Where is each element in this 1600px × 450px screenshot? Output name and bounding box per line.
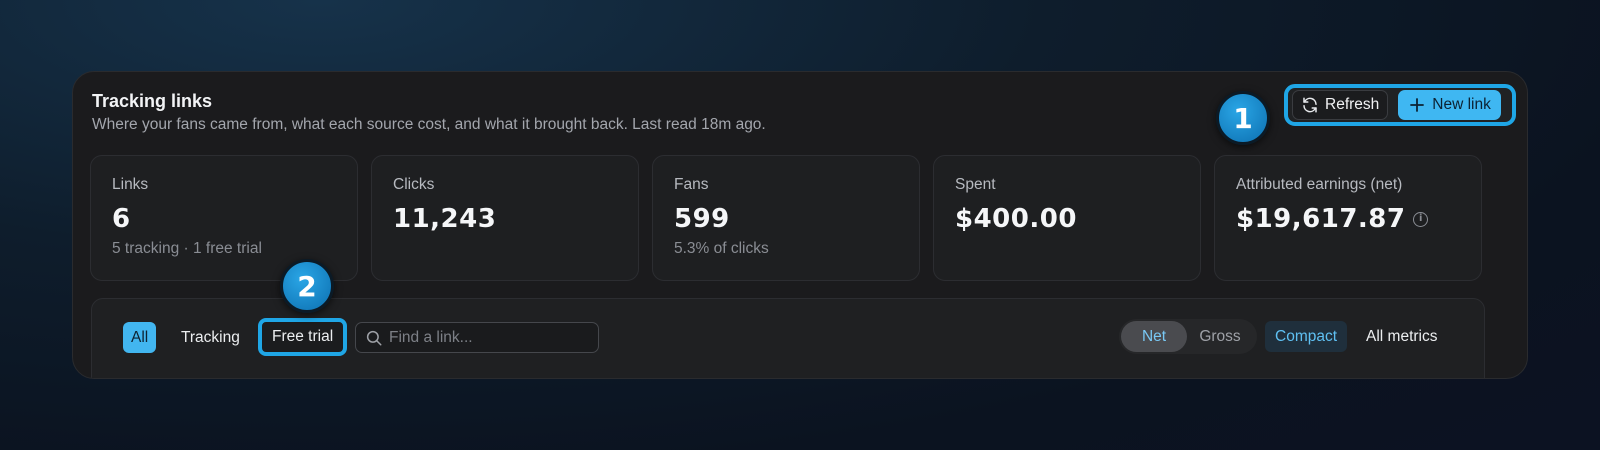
plus-icon <box>1410 98 1425 112</box>
stat-value: 599 <box>674 204 730 234</box>
new-link-label: New link <box>1432 96 1491 113</box>
tab-free-trial[interactable]: Free trial <box>258 318 348 356</box>
refresh-button[interactable]: Refresh <box>1292 90 1389 120</box>
refresh-icon <box>1303 97 1317 113</box>
stat-sub: 5.3% of clicks <box>674 240 769 257</box>
page-subtitle: Where your fans came from, what each sou… <box>92 116 766 133</box>
refresh-label: Refresh <box>1325 96 1380 113</box>
search-input[interactable] <box>389 328 589 347</box>
earnings-mode-toggle: Net Gross <box>1119 319 1257 354</box>
stat-value-text: $19,617.87 <box>1236 204 1406 234</box>
stat-value: $400.00 <box>955 204 1077 234</box>
stat-card-spent: Spent $400.00 <box>933 155 1201 281</box>
mode-net-button[interactable]: Net <box>1121 321 1187 352</box>
view-compact-button[interactable]: Compact <box>1265 321 1348 352</box>
search-icon <box>366 330 382 345</box>
tracking-links-panel: Tracking links Where your fans came from… <box>72 71 1528 379</box>
mode-gross-button[interactable]: Gross <box>1187 321 1253 352</box>
info-icon[interactable]: i <box>1413 212 1429 227</box>
stat-card-earnings: Attributed earnings (net) $19,617.87 i <box>1214 155 1482 281</box>
stat-value: 11,243 <box>393 204 497 234</box>
tab-all[interactable]: All <box>123 322 157 353</box>
stat-label: Fans <box>674 176 709 193</box>
stat-value: 6 <box>112 204 131 234</box>
stat-value: $19,617.87 i <box>1236 204 1429 234</box>
tab-tracking[interactable]: Tracking <box>173 322 248 353</box>
stat-label: Links <box>112 176 149 193</box>
search-field[interactable] <box>355 322 599 353</box>
stat-label: Attributed earnings (net) <box>1236 176 1403 193</box>
new-link-button[interactable]: New link <box>1398 90 1501 120</box>
stat-sub: 5 tracking · 1 free trial <box>112 240 262 257</box>
annotation-marker-1: 1 <box>1216 91 1270 145</box>
stat-card-fans: Fans 599 5.3% of clicks <box>652 155 920 281</box>
view-all-metrics-button[interactable]: All metrics <box>1358 321 1445 352</box>
annotation-marker-2: 2 <box>280 259 334 313</box>
stat-label: Clicks <box>393 176 435 193</box>
stat-label: Spent <box>955 176 996 193</box>
stat-card-clicks: Clicks 11,243 <box>371 155 639 281</box>
header-actions: Refresh New link <box>1284 84 1516 126</box>
page-title: Tracking links <box>92 91 213 111</box>
